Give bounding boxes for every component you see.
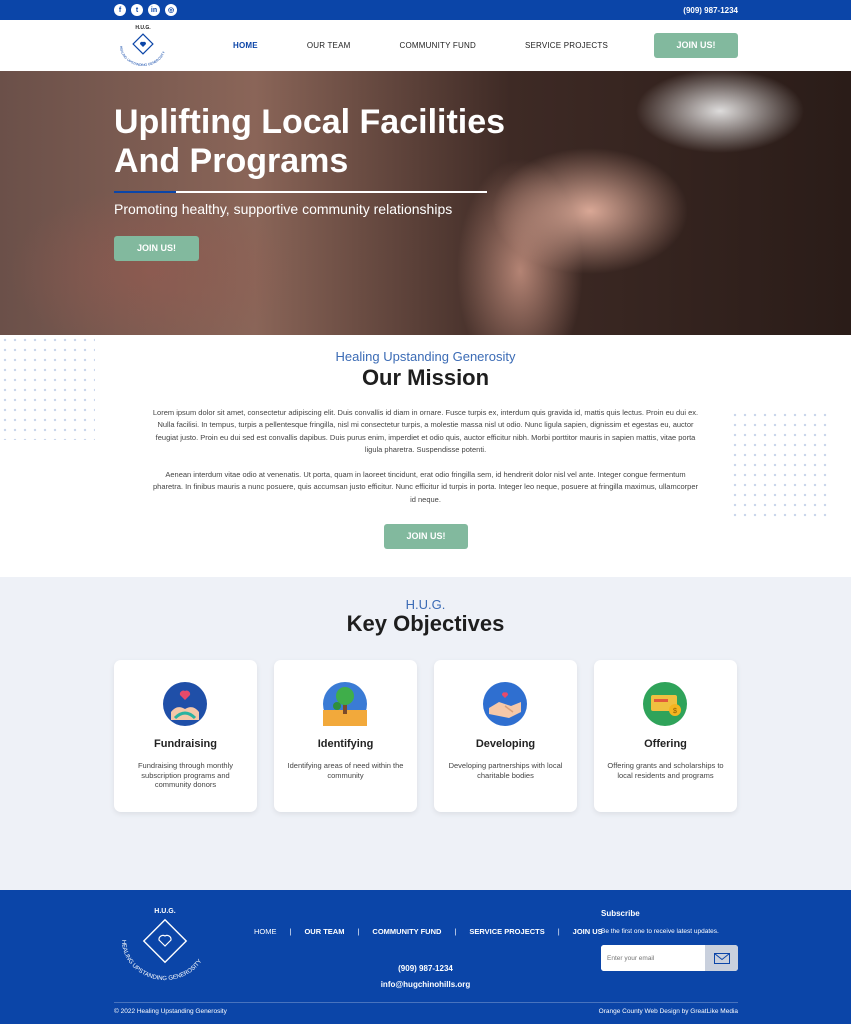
hero-subtitle: Promoting healthy, supportive community … <box>114 201 453 217</box>
mission-paragraph-2: Aenean interdum vitae odio at venenatis.… <box>152 470 698 504</box>
design-credit[interactable]: Orange County Web Design by GreatLike Me… <box>599 1008 738 1015</box>
objective-title: Offering <box>644 738 687 750</box>
subscribe-title: Subscribe <box>601 909 640 918</box>
footer-nav-community-fund[interactable]: COMMUNITY FUND <box>372 927 441 936</box>
instagram-icon[interactable]: ◎ <box>165 4 177 16</box>
mission-title: Our Mission <box>361 365 490 390</box>
tree-icon <box>323 682 367 726</box>
objectives-title: Key Objectives <box>346 611 505 636</box>
svg-text:HEALING UPSTANDING GENEROSITY: HEALING UPSTANDING GENEROSITY <box>119 46 166 67</box>
mission-eyebrow: Healing Upstanding Generosity <box>335 349 516 364</box>
footer-nav-join-us[interactable]: JOIN US <box>573 927 603 936</box>
objectives-section: H.U.G. Key Objectives Fundraising Fundra… <box>0 577 851 890</box>
money-icon: $ <box>643 682 687 726</box>
top-phone[interactable]: (909) 987-1234 <box>683 6 738 15</box>
envelope-icon <box>713 952 730 964</box>
objective-card-fundraising: Fundraising Fundraising through monthly … <box>114 660 257 812</box>
mission-join-button[interactable]: JOIN US! <box>384 524 468 549</box>
subscribe-text: Be the first one to receive latest updat… <box>601 928 719 935</box>
footer-nav-separator: | <box>289 927 292 936</box>
footer-divider <box>114 1002 738 1003</box>
footer-nav-our-team[interactable]: OUR TEAM <box>304 927 344 936</box>
footer-nav-separator: | <box>357 927 360 936</box>
objective-card-identifying: Identifying Identifying areas of need wi… <box>274 660 417 812</box>
footer-nav-separator: | <box>454 927 457 936</box>
hero-title: Uplifting Local Facilities And Programs <box>114 103 534 181</box>
objective-text: Developing partnerships with local chari… <box>448 761 563 780</box>
svg-text:$: $ <box>673 708 677 715</box>
hero-join-button[interactable]: JOIN US! <box>114 236 199 261</box>
mission-section: Healing Upstanding Generosity Our Missio… <box>0 335 851 577</box>
objective-title: Identifying <box>317 738 374 750</box>
nav-our-team[interactable]: OUR TEAM <box>307 41 351 50</box>
page: f t in ◎ (909) 987-1234 H.U.G. HEALING U… <box>0 0 851 1024</box>
heart-hands-icon <box>163 682 207 726</box>
copyright: © 2022 Healing Upstanding Generosity <box>114 1008 227 1015</box>
objective-title: Fundraising <box>154 738 217 750</box>
hero-divider <box>114 191 487 193</box>
objective-card-developing: Developing Developing partnerships with … <box>434 660 577 812</box>
footer-logo-text: H.U.G. <box>154 908 175 915</box>
nav-community-fund[interactable]: COMMUNITY FUND <box>400 41 476 50</box>
subscribe-form <box>601 945 738 971</box>
linkedin-icon[interactable]: in <box>148 4 160 16</box>
objective-card-offering: $ Offering Offering grants and scholarsh… <box>594 660 737 812</box>
nav-service-projects[interactable]: SERVICE PROJECTS <box>525 41 608 50</box>
objective-title: Developing <box>475 738 536 750</box>
objective-text: Fundraising through monthly subscription… <box>137 761 234 790</box>
facebook-icon[interactable]: f <box>114 4 126 16</box>
subscribe-button[interactable] <box>705 945 738 971</box>
mission-paragraph-1: Lorem ipsum dolor sit amet, consectetur … <box>152 408 699 455</box>
twitter-icon[interactable]: t <box>131 4 143 16</box>
hero-banner: Uplifting Local Facilities And Programs … <box>0 71 851 335</box>
site-footer: H.U.G. HEALING UPSTANDING GENEROSITY HOM… <box>0 890 851 1024</box>
hero-title-line1: Uplifting Local Facilities <box>114 103 506 141</box>
footer-logo[interactable]: H.U.G. HEALING UPSTANDING GENEROSITY <box>112 904 218 990</box>
footer-nav: HOME | OUR TEAM | COMMUNITY FUND | SERVI… <box>254 927 603 936</box>
dots-decoration-right <box>730 410 830 520</box>
footer-nav-home[interactable]: HOME <box>254 927 277 936</box>
site-logo[interactable]: H.U.G. HEALING UPSTANDING GENEROSITY <box>112 22 174 70</box>
footer-email[interactable]: info@hugchinohills.org <box>0 980 851 989</box>
logo-text: H.U.G. <box>135 25 151 31</box>
objective-text: Offering grants and scholarships to loca… <box>607 761 724 780</box>
top-bar: f t in ◎ (909) 987-1234 <box>0 0 851 20</box>
site-header: H.U.G. HEALING UPSTANDING GENEROSITY HOM… <box>0 20 851 71</box>
hero-divider-accent <box>114 191 176 193</box>
objectives-eyebrow: H.U.G. <box>405 597 446 612</box>
nav-home[interactable]: HOME <box>233 41 258 50</box>
objective-cards: Fundraising Fundraising through monthly … <box>114 660 737 812</box>
footer-nav-separator: | <box>557 927 560 936</box>
header-join-button[interactable]: JOIN US! <box>654 33 738 58</box>
main-nav: HOME OUR TEAM COMMUNITY FUND SERVICE PRO… <box>233 20 657 71</box>
subscribe-email-input[interactable] <box>601 945 705 971</box>
social-links: f t in ◎ <box>114 4 177 16</box>
svg-text:HEALING UPSTANDING GENEROSITY: HEALING UPSTANDING GENEROSITY <box>120 940 203 982</box>
handshake-heart-icon <box>483 682 527 726</box>
footer-nav-service-projects[interactable]: SERVICE PROJECTS <box>469 927 544 936</box>
objective-text: Identifying areas of need within the com… <box>287 761 404 780</box>
hero-title-line2: And Programs <box>114 142 349 180</box>
